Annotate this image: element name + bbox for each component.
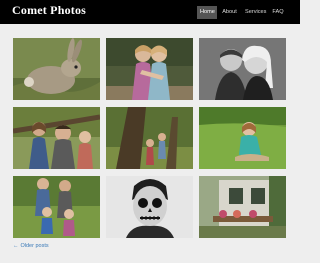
site-header: Comet Photos Home About Services FAQ [0, 0, 300, 24]
nav-about[interactable]: About [219, 6, 240, 19]
photo-skull-face-bw[interactable] [106, 176, 193, 238]
nav-home[interactable]: Home [197, 6, 217, 19]
photo-girls-hugging[interactable] [106, 38, 193, 100]
older-posts-link[interactable]: ← Older posts [13, 243, 49, 249]
photo-mother-son-bw[interactable] [199, 38, 286, 100]
older-posts-label: Older posts [20, 243, 49, 249]
arrow-left-icon: ← [13, 243, 19, 249]
photo-girl-grass[interactable] [199, 107, 286, 169]
photo-family-four[interactable] [13, 176, 100, 238]
photo-children-tree[interactable] [106, 107, 193, 169]
photo-family-tree[interactable] [13, 107, 100, 169]
photo-rabbit[interactable] [13, 38, 100, 100]
photo-grid [13, 38, 287, 238]
photo-garden-shed[interactable] [199, 176, 286, 238]
site-title[interactable]: Comet Photos [12, 3, 86, 18]
nav-faq[interactable]: FAQ [269, 6, 287, 19]
nav-services[interactable]: Services [242, 6, 268, 19]
